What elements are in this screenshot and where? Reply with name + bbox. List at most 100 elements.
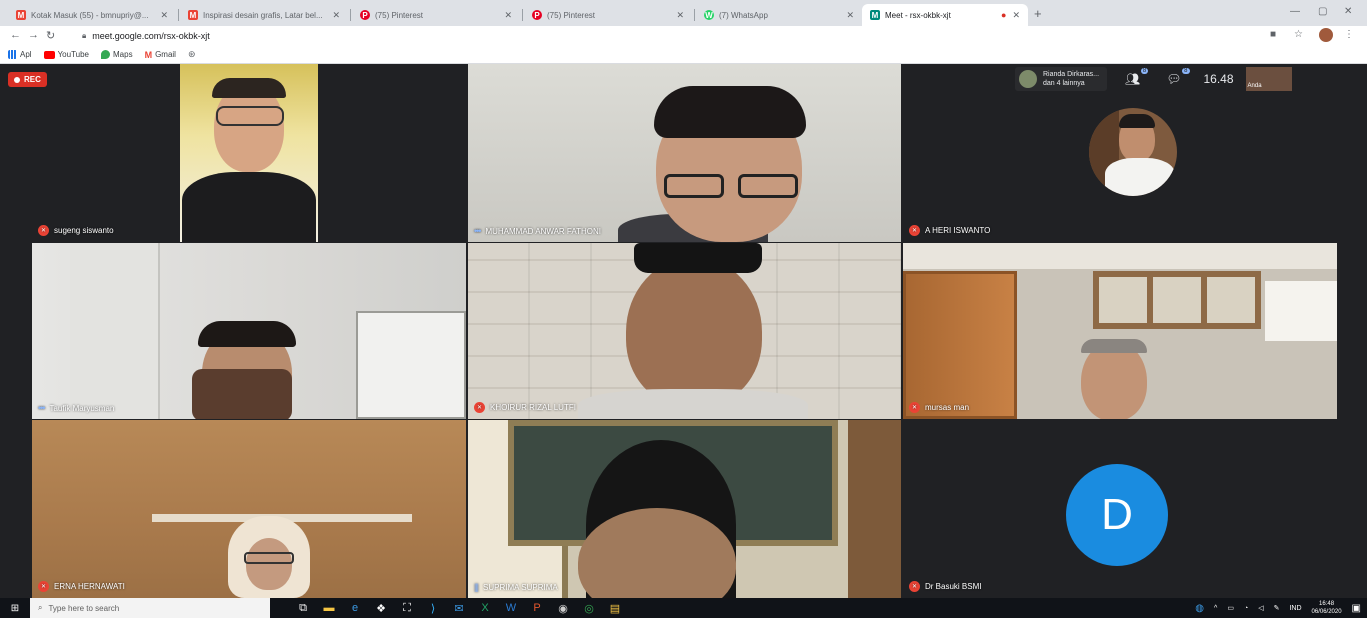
speaking-indicator-icon: ||| <box>474 582 479 592</box>
participant-name: sugeng siswanto <box>54 226 114 235</box>
bookmarks-bar: Apl YouTube Maps M Gmail ⊛ <box>0 46 1367 64</box>
maximize-icon[interactable]: ▢ <box>1318 6 1327 17</box>
pinterest-icon: P <box>532 10 542 20</box>
bookmark-maps[interactable]: Maps <box>101 50 133 59</box>
pen-icon[interactable]: ✎ <box>1274 604 1280 612</box>
star-icon[interactable]: ☆ <box>1294 29 1303 40</box>
participants-chip[interactable]: Rianda Dirkaras... dan 4 lainnya <box>1015 67 1108 91</box>
browser-tab-active[interactable]: M Meet - rsx-okbk-xjt ● ✕ <box>862 4 1028 26</box>
whiteboard <box>356 311 466 419</box>
browser-tab[interactable]: P (75) Pinterest ✕ <box>352 4 520 26</box>
language-indicator[interactable]: IND <box>1289 605 1301 612</box>
media-icon[interactable]: ◉ <box>550 598 576 618</box>
mic-off-icon: ✕ <box>909 402 920 413</box>
menu-icon[interactable]: ⋮ <box>1344 29 1354 40</box>
forward-icon[interactable]: → <box>28 29 39 41</box>
people-icon[interactable]: 👥︎ 8 <box>1125 68 1149 86</box>
participant-name: mursas man <box>925 403 970 412</box>
chevron-up-icon[interactable]: ^ <box>1214 605 1217 612</box>
taskbar-search[interactable]: ⌕ Type here to search <box>30 598 270 618</box>
close-window-icon[interactable]: ✕ <box>1344 6 1352 17</box>
chrome-icon[interactable]: ◎ <box>576 598 602 618</box>
wifi-icon[interactable]: ◔ <box>1244 605 1248 612</box>
video-tile[interactable]: ||| SUPRIMA SUPRIMA <box>468 420 901 598</box>
back-icon[interactable]: ← <box>10 29 21 41</box>
close-icon[interactable]: ✕ <box>840 10 854 21</box>
new-tab-icon[interactable]: + <box>1034 6 1042 21</box>
video-tile[interactable]: D ✕ Dr Basuki BSMI <box>903 420 1337 598</box>
vscode-icon[interactable]: ⟩ <box>420 598 446 618</box>
close-icon[interactable]: ✕ <box>1006 10 1020 21</box>
mail-icon[interactable]: ✉ <box>446 598 472 618</box>
participant-label: ✕ A HERI ISWANTO <box>909 225 990 236</box>
browser-toolbar: ← → ↻ 🔒︎ meet.google.com/rsx-okbk-xjt ■ … <box>0 26 1367 46</box>
bookmark-apps[interactable]: Apl <box>8 50 32 59</box>
taskbar-clock[interactable]: 16:48 06/06/2020 <box>1312 600 1342 616</box>
bookmark-extra[interactable]: ⊛ <box>188 49 196 60</box>
participant-name: SUPRIMA SUPRIMA <box>483 582 558 592</box>
chrome-icon: ⊛ <box>187 49 196 59</box>
camera-indicator-icon[interactable]: ■ <box>1270 29 1276 40</box>
sticky-notes-icon[interactable]: ▤ <box>602 598 628 618</box>
powerpoint-icon[interactable]: P <box>524 598 550 618</box>
meet-icon: M <box>870 10 880 20</box>
bookmark-youtube[interactable]: YouTube <box>43 50 89 59</box>
edge-icon[interactable]: e <box>342 598 368 618</box>
tab-title: Inspirasi desain grafis, Latar bel... <box>203 10 323 20</box>
close-icon[interactable]: ✕ <box>154 10 168 21</box>
minimize-icon[interactable]: — <box>1290 6 1300 17</box>
participant-label: ✕ KHOIRUR RIZAL LUTFI <box>474 402 576 413</box>
gmail-icon: M <box>188 10 198 20</box>
record-dot-icon <box>14 76 20 83</box>
avatar <box>1019 70 1037 88</box>
file-explorer-icon[interactable]: ▬ <box>316 598 342 618</box>
close-icon[interactable]: ✕ <box>326 10 340 21</box>
dropbox-icon[interactable]: ❖ <box>368 598 394 618</box>
meeting-clock: 16.48 <box>1203 72 1234 86</box>
chat-icon[interactable]: 💬︎ 8 <box>1166 68 1190 86</box>
avatar: D <box>1066 464 1168 566</box>
avatar[interactable] <box>1319 28 1333 42</box>
excel-icon[interactable]: X <box>472 598 498 618</box>
browser-tab[interactable]: M Inspirasi desain grafis, Latar bel... … <box>180 4 348 26</box>
browser-tab[interactable]: W (7) WhatsApp ✕ <box>696 4 862 26</box>
close-icon[interactable]: ✕ <box>498 10 512 21</box>
windows-start-icon[interactable]: ⊞ <box>0 598 30 618</box>
self-view[interactable]: Anda <box>1245 67 1292 91</box>
browser-chrome: M Kotak Masuk (55) - bmnupriy@... ✕ M In… <box>0 0 1367 64</box>
participant-name: MUHAMMAD ANWAR FATHONI <box>485 226 602 236</box>
video-tile[interactable]: ••• Taufik Maryusman <box>32 243 466 419</box>
store-icon[interactable]: ⛶ <box>394 598 420 618</box>
word-icon[interactable]: W <box>498 598 524 618</box>
battery-icon[interactable]: ▭ <box>1227 604 1234 612</box>
address-bar[interactable]: 🔒︎ meet.google.com/rsx-okbk-xjt <box>82 28 1232 44</box>
volume-icon[interactable]: ◁ <box>1258 604 1263 612</box>
video-tile[interactable]: ✕ mursas man <box>903 243 1337 419</box>
participant-label: ••• Taufik Maryusman <box>38 403 114 413</box>
search-icon: ⌕ <box>38 603 43 612</box>
video-tile[interactable]: ✕ KHOIRUR RIZAL LUTFI <box>468 243 901 419</box>
tab-title: (7) WhatsApp <box>719 10 768 20</box>
participant-label: ✕ Dr Basuki BSMI <box>909 581 981 592</box>
bookmark-gmail[interactable]: M Gmail <box>145 50 176 60</box>
task-view-icon[interactable]: ⧉ <box>290 598 316 618</box>
participant-name: Dr Basuki BSMI <box>925 582 982 591</box>
lock-icon: 🔒︎ <box>82 31 87 40</box>
network-globe-icon[interactable]: ◍ <box>1195 603 1204 614</box>
close-icon[interactable]: ✕ <box>670 10 684 21</box>
video-tile[interactable]: ••• MUHAMMAD ANWAR FATHONI <box>468 64 901 242</box>
browser-tab[interactable]: M Kotak Masuk (55) - bmnupriy@... ✕ <box>8 4 176 26</box>
video-tile[interactable]: ✕ sugeng siswanto <box>32 64 466 242</box>
youtube-icon <box>43 50 55 59</box>
mic-off-icon: ✕ <box>38 581 49 592</box>
video-tile[interactable]: ✕ ERNA HERNAWATI <box>32 420 466 598</box>
browser-tab[interactable]: P (75) Pinterest ✕ <box>524 4 692 26</box>
notifications-icon[interactable]: ▣ <box>1352 603 1361 614</box>
speaking-indicator-icon: ••• <box>474 226 482 236</box>
reload-icon[interactable]: ↻ <box>46 29 55 42</box>
meet-top-bar: Rianda Dirkaras... dan 4 lainnya 👥︎ 8 💬︎ 8… <box>1015 66 1367 92</box>
gmail-icon: M <box>16 10 26 20</box>
speaking-indicator-icon: ••• <box>38 403 46 413</box>
pinterest-icon: P <box>360 10 370 20</box>
mic-off-icon: ✕ <box>909 225 920 236</box>
